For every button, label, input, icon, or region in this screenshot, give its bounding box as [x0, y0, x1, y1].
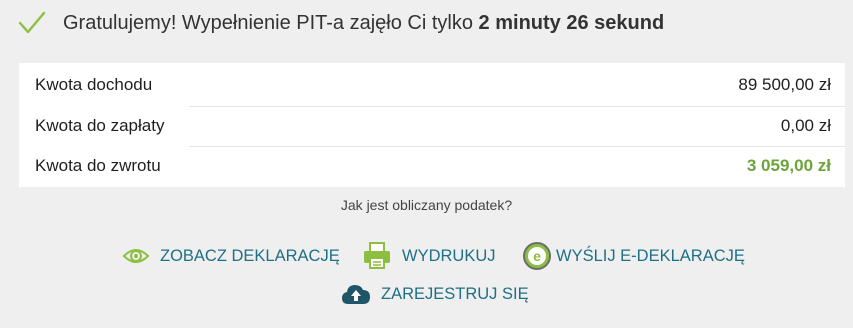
e-icon: e — [523, 242, 551, 270]
refund-label: Kwota do zwrotu — [35, 156, 161, 175]
printer-icon — [364, 242, 390, 269]
cloud-upload-icon — [342, 285, 370, 304]
success-header: Gratulujemy! Wypełnienie PIT-a zajęło Ci… — [18, 6, 664, 40]
check-icon — [18, 11, 46, 34]
to-pay-value: 0,00 zł — [780, 116, 831, 135]
view-declaration-button[interactable]: ZOBACZ DEKLARACJĘ — [122, 240, 340, 272]
view-declaration-label: ZOBACZ DEKLARACJĘ — [160, 246, 340, 265]
income-label: Kwota dochodu — [35, 75, 153, 94]
print-label: WYDRUKUJ — [402, 246, 496, 265]
tax-summary-table: Kwota dochodu 89 500,00 zł Kwota do zapł… — [19, 63, 845, 187]
to-pay-label: Kwota do zapłaty — [35, 116, 165, 135]
title-prefix: Gratulujemy! Wypełnienie PIT-a zajęło Ci… — [63, 11, 473, 34]
send-e-declaration-button[interactable]: e WYŚLIJ E-DEKLARACJĘ — [522, 240, 745, 272]
summary-row-refund: Kwota do zwrotu 3 059,00 zł — [19, 146, 845, 186]
page-title: Gratulujemy! Wypełnienie PIT-a zajęło Ci… — [63, 12, 664, 35]
actions-bar: ZOBACZ DEKLARACJĘ WYDRUKUJ e WYŚLIJ E-DE… — [0, 240, 853, 304]
eye-icon — [122, 249, 150, 263]
register-button[interactable]: ZAREJESTRUJ SIĘ — [341, 278, 529, 310]
print-button[interactable]: WYDRUKUJ — [362, 240, 496, 272]
register-label: ZAREJESTRUJ SIĘ — [381, 284, 529, 303]
how-tax-calculated-link[interactable]: Jak jest obliczany podatek? — [0, 197, 853, 213]
send-e-declaration-label: WYŚLIJ E-DEKLARACJĘ — [556, 246, 745, 265]
title-duration: 2 minuty 26 sekund — [478, 11, 665, 34]
summary-row-to-pay: Kwota do zapłaty 0,00 zł — [19, 106, 845, 146]
income-value: 89 500,00 zł — [738, 75, 831, 94]
summary-row-income: Kwota dochodu 89 500,00 zł — [19, 65, 845, 105]
refund-value: 3 059,00 zł — [746, 156, 831, 175]
svg-text:e: e — [533, 248, 541, 264]
